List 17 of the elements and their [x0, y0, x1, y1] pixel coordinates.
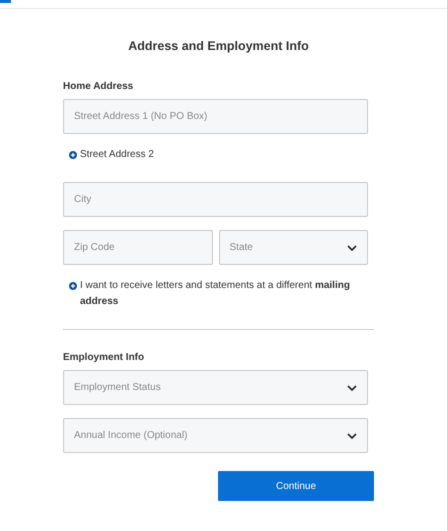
section-heading: Employment Info [63, 352, 146, 363]
add-link[interactable]: Street Address 2 [80, 147, 154, 163]
dropdown-field[interactable]: Employment Status [63, 370, 368, 405]
input-field[interactable]: City [63, 182, 368, 217]
plus-circle-icon[interactable] [69, 151, 77, 159]
dropdown-field[interactable]: State [218, 230, 368, 265]
input-field[interactable]: Street Address 1 (No PO Box) [63, 99, 368, 134]
add-link[interactable]: I want to receive letters and statements at a different mailing address [80, 278, 369, 310]
chevron-down-icon [347, 244, 357, 250]
section-heading: Home Address [63, 81, 134, 92]
dropdown-field[interactable]: Annual Income (Optional) [63, 418, 368, 453]
chevron-down-icon [347, 384, 357, 390]
page-title: Address and Employment Info [127, 39, 310, 53]
chevron-down-icon [347, 432, 357, 438]
continue-button[interactable]: Continue [218, 471, 374, 501]
input-field[interactable]: Zip Code [63, 230, 212, 265]
plus-circle-icon[interactable] [69, 282, 77, 290]
